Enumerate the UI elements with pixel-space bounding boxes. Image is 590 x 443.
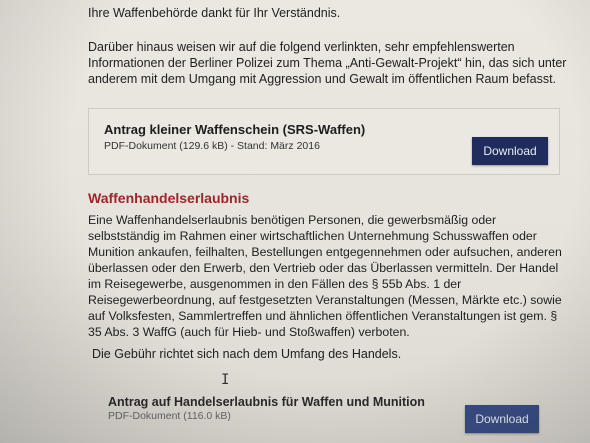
download-meta: PDF-Dokument (129.6 kB) - Stand: März 20… (104, 140, 320, 152)
section-heading: Waffenhandelserlaubnis (88, 190, 250, 206)
thanks-text: Ihre Waffenbehörde dankt für Ihr Verstän… (88, 6, 341, 20)
download-title-trade-license[interactable]: Antrag auf Handelserlaubnis für Waffen u… (108, 395, 425, 409)
download-title[interactable]: Antrag kleiner Waffenschein (SRS-Waffen) (104, 122, 365, 137)
download-meta-trade-license: PDF-Dokument (116.0 kB) (108, 410, 231, 422)
section-body: Eine Waffenhandelserlaubnis benötigen Pe… (88, 213, 562, 339)
fee-text: Die Gebühr richtet sich nach dem Umfang … (92, 347, 402, 361)
page: Ihre Waffenbehörde dankt für Ihr Verstän… (0, 0, 590, 443)
download-button[interactable]: Download (472, 137, 548, 165)
download-button-trade-license[interactable]: Download (465, 405, 539, 433)
text-cursor-icon: I (221, 372, 230, 388)
download-card-small-weapons-license: Antrag kleiner Waffenschein (SRS-Waffen)… (88, 108, 560, 175)
info-text: Darüber hinaus weisen wir auf die folgen… (88, 40, 567, 86)
